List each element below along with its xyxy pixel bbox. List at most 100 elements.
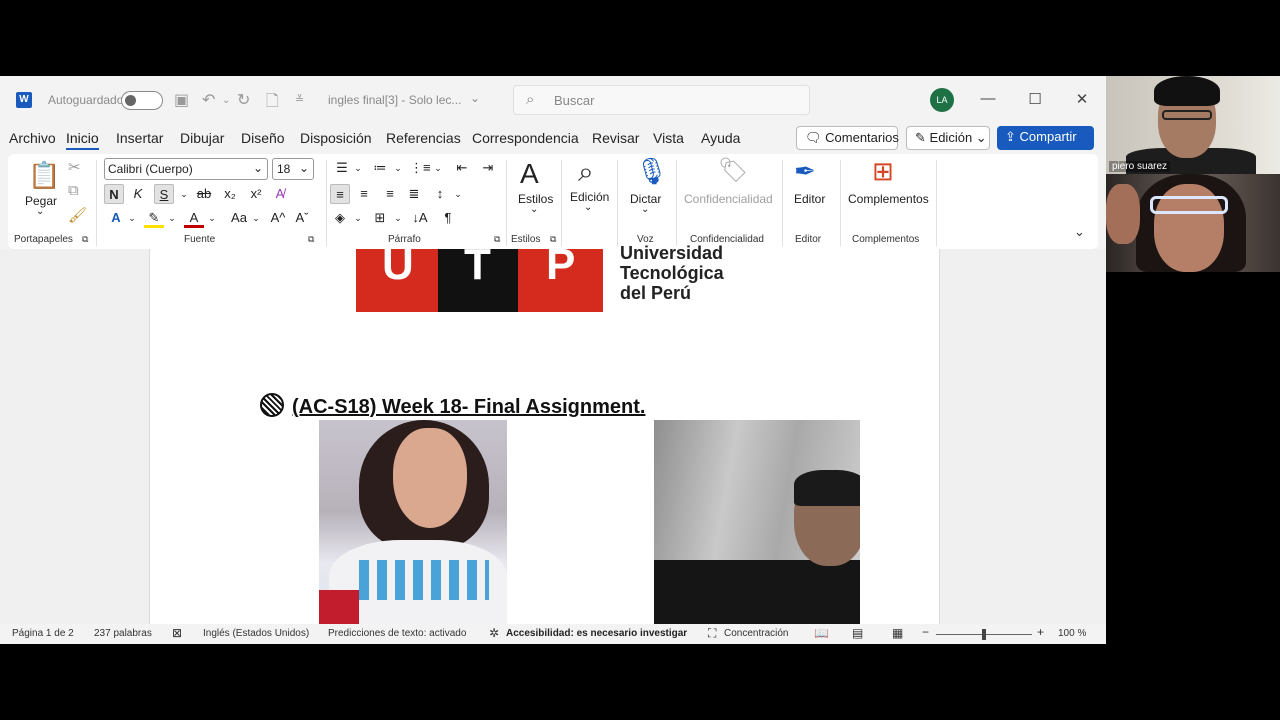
format-painter-icon[interactable]: 🖌 — [68, 206, 87, 224]
underline-button[interactable]: S — [154, 184, 174, 204]
addins-icon[interactable]: ⊞ — [872, 156, 894, 187]
tab-revisar[interactable]: Revisar — [592, 130, 639, 146]
italic-button[interactable]: K — [128, 184, 148, 204]
chevron-down-icon[interactable]: ⌄ — [122, 208, 142, 228]
dialog-launcher-icon[interactable]: ⧉ — [82, 234, 88, 245]
chevron-down-icon[interactable]: ⌄ — [584, 202, 592, 213]
tab-archivo[interactable]: Archivo — [9, 130, 56, 146]
tab-ayuda[interactable]: Ayuda — [701, 130, 740, 146]
maximize-icon[interactable]: ☐ — [1025, 90, 1045, 108]
zoom-in-icon[interactable]: + — [1037, 625, 1044, 639]
line-spacing-icon[interactable]: ↕ — [430, 184, 450, 204]
increase-indent-icon[interactable]: ⇥ — [478, 158, 498, 178]
new-document-icon[interactable]: 🗋 — [266, 90, 279, 117]
copy-icon[interactable]: ⧉ — [68, 182, 79, 199]
chevron-down-icon[interactable]: ⌄ — [202, 208, 222, 228]
word-count[interactable]: 237 palabras — [94, 628, 152, 639]
focus-icon[interactable]: ⛶ — [708, 626, 716, 641]
bold-button[interactable]: N — [104, 184, 124, 204]
find-icon[interactable]: ⌕ — [578, 156, 594, 189]
student-photo-2[interactable] — [654, 420, 860, 624]
shrink-font-icon[interactable]: Aˇ — [292, 208, 312, 228]
student-photo-1[interactable] — [319, 420, 507, 624]
addins-button-label[interactable]: Complementos — [848, 192, 929, 206]
user-avatar[interactable]: LA — [930, 88, 954, 112]
sort-icon[interactable]: ↓A — [410, 208, 430, 228]
dialog-launcher-icon[interactable]: ⧉ — [308, 234, 314, 245]
redo-icon[interactable]: ↻ — [237, 90, 250, 110]
editor-icon[interactable]: ✒ — [794, 156, 816, 187]
document-title[interactable]: ingles final[3] - Solo lec... — [328, 93, 461, 107]
justify-icon[interactable]: ≣ — [404, 184, 424, 204]
shading-icon[interactable]: ◈ — [330, 208, 350, 228]
multilevel-list-icon[interactable]: ⋮≡ — [410, 158, 431, 178]
save-icon[interactable]: ▣ — [174, 90, 189, 110]
highlight-icon[interactable]: ✎ — [144, 208, 164, 228]
web-layout-icon[interactable]: ▦ — [892, 626, 903, 640]
customize-toolbar-icon[interactable]: ≚ — [295, 93, 304, 106]
document-canvas[interactable]: U T P Universidad Tecnológica del Perú (… — [0, 243, 1106, 624]
autosave-toggle[interactable] — [121, 91, 163, 110]
grow-font-icon[interactable]: A^ — [268, 208, 288, 228]
proofing-icon[interactable]: ⊠ — [172, 626, 182, 640]
editing-mode-button[interactable]: ✎ Edición ⌄ — [906, 126, 990, 150]
underline-dropdown-icon[interactable]: ⌄ — [174, 184, 194, 204]
borders-icon[interactable]: ⊞ — [370, 208, 390, 228]
minimize-icon[interactable]: — — [978, 90, 998, 107]
show-formatting-icon[interactable]: ¶ — [438, 208, 458, 228]
tab-diseno[interactable]: Diseño — [241, 130, 285, 146]
chevron-down-icon[interactable]: ⌄ — [246, 208, 266, 228]
strikethrough-icon[interactable]: ab — [194, 184, 214, 204]
font-name-select[interactable]: Calibri (Cuerpo) ⌄ — [104, 158, 268, 180]
undo-dropdown-icon[interactable]: ⌄ — [222, 95, 230, 106]
microphone-icon[interactable]: 🎙 — [635, 156, 668, 187]
share-button[interactable]: ⇪ Compartir — [997, 126, 1094, 150]
subscript-icon[interactable]: x₂ — [220, 184, 240, 204]
editor-button-label[interactable]: Editor — [794, 192, 825, 206]
decrease-indent-icon[interactable]: ⇤ — [452, 158, 472, 178]
accessibility-status[interactable]: Accesibilidad: es necesario investigar — [506, 628, 687, 639]
accessibility-icon[interactable]: ✲ — [489, 626, 499, 640]
document-page[interactable]: U T P Universidad Tecnológica del Perú (… — [149, 243, 940, 624]
title-dropdown-icon[interactable]: ⌄ — [470, 91, 480, 105]
numbering-icon[interactable]: ≔ — [370, 158, 390, 178]
paste-icon[interactable]: 📋 — [28, 160, 60, 191]
chevron-down-icon[interactable]: ⌄ — [448, 184, 468, 204]
zoom-level[interactable]: 100 % — [1058, 628, 1086, 639]
focus-mode[interactable]: Concentración — [724, 628, 788, 639]
page-count[interactable]: Página 1 de 2 — [12, 628, 74, 639]
text-predictions[interactable]: Predicciones de texto: activado — [328, 628, 466, 639]
video-tile-participant-1[interactable]: piero suarez — [1106, 76, 1280, 174]
zoom-slider-thumb[interactable] — [982, 629, 986, 640]
paste-dropdown-icon[interactable]: ⌄ — [36, 206, 44, 217]
align-center-icon[interactable]: ≡ — [354, 184, 374, 204]
chevron-down-icon[interactable]: ⌄ — [348, 158, 368, 178]
chevron-down-icon[interactable]: ⌄ — [428, 158, 448, 178]
search-box[interactable]: ⌕ Buscar — [513, 85, 810, 115]
chevron-down-icon[interactable]: ⌄ — [348, 208, 368, 228]
read-mode-icon[interactable]: 📖 — [814, 626, 829, 640]
language[interactable]: Inglés (Estados Unidos) — [203, 628, 309, 639]
tab-dibujar[interactable]: Dibujar — [180, 130, 224, 146]
tab-vista[interactable]: Vista — [653, 130, 684, 146]
chevron-down-icon[interactable]: ⌄ — [388, 208, 408, 228]
tab-disposicion[interactable]: Disposición — [300, 130, 372, 146]
chevron-down-icon[interactable]: ⌄ — [162, 208, 182, 228]
tab-insertar[interactable]: Insertar — [116, 130, 163, 146]
video-tile-participant-2[interactable] — [1106, 174, 1280, 272]
tab-correspondencia[interactable]: Correspondencia — [472, 130, 579, 146]
font-color-icon[interactable]: A — [184, 208, 204, 228]
tab-inicio[interactable]: Inicio — [66, 130, 99, 150]
dialog-launcher-icon[interactable]: ⧉ — [494, 234, 500, 245]
clear-formatting-icon[interactable]: A̸ — [270, 184, 290, 204]
dialog-launcher-icon[interactable]: ⧉ — [550, 234, 556, 245]
collapse-ribbon-icon[interactable]: ⌄ — [1074, 224, 1085, 240]
zoom-out-icon[interactable]: − — [922, 625, 929, 639]
chevron-down-icon[interactable]: ⌄ — [388, 158, 408, 178]
print-layout-icon[interactable]: ▤ — [852, 626, 863, 640]
undo-icon[interactable]: ↶ — [202, 90, 215, 110]
align-left-icon[interactable]: ≡ — [330, 184, 350, 204]
align-right-icon[interactable]: ≡ — [380, 184, 400, 204]
close-icon[interactable]: ✕ — [1072, 90, 1092, 108]
font-size-select[interactable]: 18 ⌄ — [272, 158, 314, 180]
